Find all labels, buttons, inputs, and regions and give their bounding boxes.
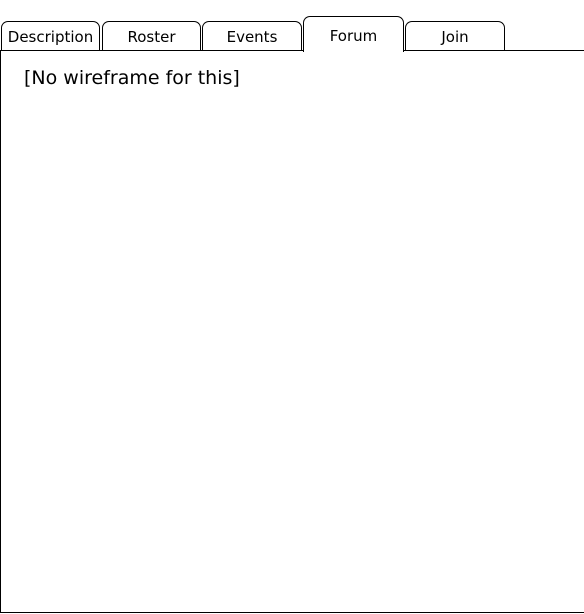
tab-events[interactable]: Events [202, 21, 302, 50]
tab-join[interactable]: Join [405, 21, 505, 50]
tab-content-panel: [No wireframe for this] [0, 50, 584, 613]
tab-forum[interactable]: Forum [303, 16, 404, 52]
placeholder-text: [No wireframe for this] [24, 67, 240, 89]
tab-description[interactable]: Description [1, 21, 100, 50]
tab-roster[interactable]: Roster [102, 21, 201, 50]
